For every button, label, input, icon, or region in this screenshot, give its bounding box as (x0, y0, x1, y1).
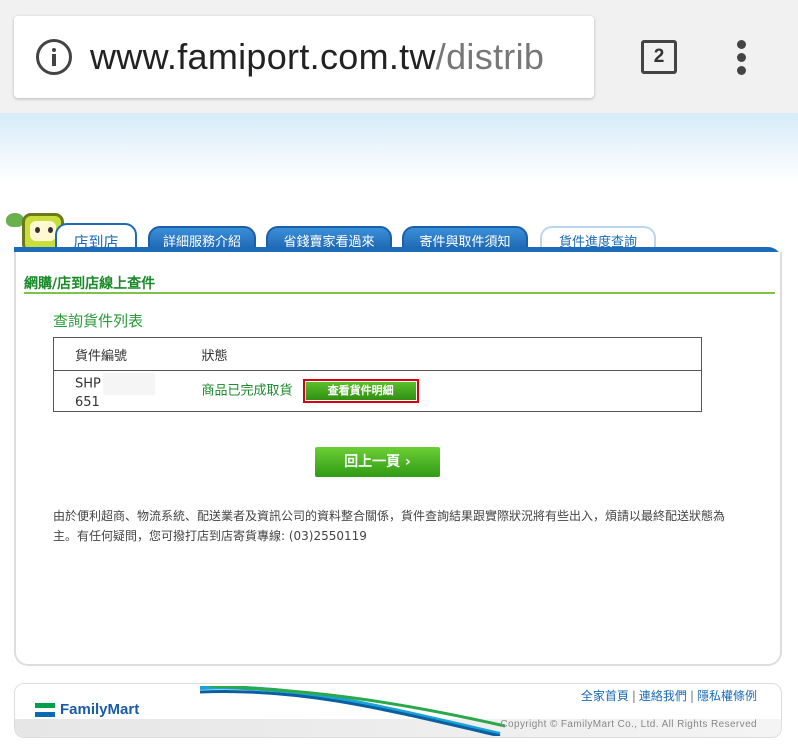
tab-switcher-button[interactable]: 2 (641, 40, 677, 74)
overflow-menu-icon[interactable] (735, 40, 747, 76)
header-shipment-id: 貨件編號 (53, 337, 181, 372)
info-icon[interactable] (36, 39, 72, 75)
url-text[interactable]: www.famiport.com.tw/distrib (90, 36, 544, 78)
url-path: /distrib (435, 36, 545, 77)
address-bar[interactable]: www.famiport.com.tw/distrib (14, 16, 594, 98)
separator: | (631, 689, 636, 703)
view-details-button[interactable]: 查看貨件明細 (302, 379, 419, 404)
redacted-block (102, 372, 155, 395)
copyright: Copyright © FamilyMart Co., Ltd. All Rig… (500, 719, 757, 730)
familymart-logo[interactable]: FamilyMart (35, 701, 139, 718)
divider (24, 292, 775, 294)
browser-toolbar: www.famiport.com.tw/distrib 2 (0, 0, 798, 113)
shipment-id: SHP 651 (54, 371, 181, 412)
url-host: www.famiport.com.tw (90, 36, 436, 77)
shipment-id-suffix: 651 (75, 394, 100, 410)
view-details-label: 查看貨件明細 (305, 382, 416, 401)
swoosh-decoration (200, 686, 506, 736)
link-privacy[interactable]: 隱私權條例 (697, 689, 757, 703)
table-header-row: 貨件編號 狀態 (53, 337, 702, 372)
status-text: 商品已完成取貨 (201, 383, 293, 399)
notice-text: 由於便利超商、物流系統、配送業者及資訊公司的資料整合關係，貨件查詢結果跟實際狀況… (53, 509, 726, 543)
header-background (0, 113, 798, 183)
footer-links: 全家首頁 | 連絡我們 | 隱私權條例 (581, 687, 757, 704)
list-title: 查詢貨件列表 (53, 312, 144, 330)
header-status: 狀態 (180, 337, 702, 372)
link-contact[interactable]: 連絡我們 (639, 689, 687, 703)
shipment-status-cell: 商品已完成取貨 查看貨件明細 (181, 371, 702, 412)
table-row: SHP 651 商品已完成取貨 查看貨件明細 (54, 371, 702, 412)
shipment-table: 貨件編號 狀態 SHP 651 商品已完成取貨 查看貨件明細 (53, 337, 702, 412)
link-home[interactable]: 全家首頁 (581, 689, 629, 703)
familymart-stripes-icon (35, 702, 55, 717)
shipment-id-prefix: SHP (75, 376, 101, 392)
section-title: 網購/店到店線上查件 (24, 276, 156, 292)
footer: FamilyMart 全家首頁 | 連絡我們 | 隱私權條例 Copyright © F… (14, 683, 782, 738)
brand-name: FamilyMart (60, 701, 140, 718)
separator: | (689, 689, 694, 703)
back-button[interactable]: 回上一頁 › (315, 447, 440, 477)
